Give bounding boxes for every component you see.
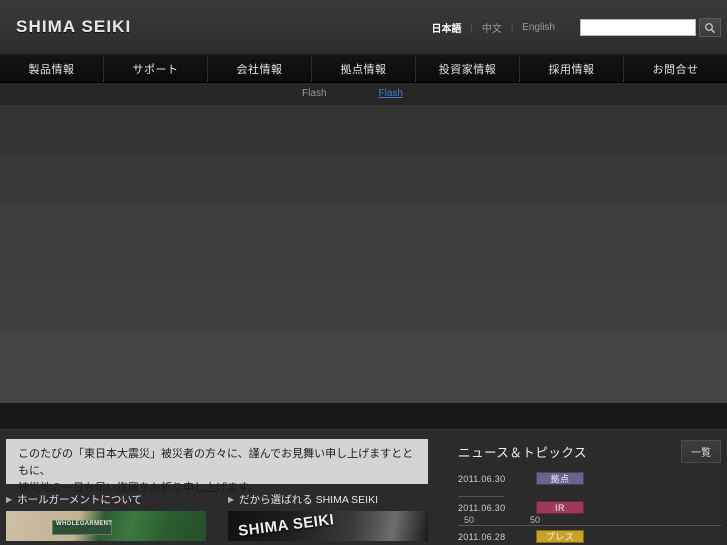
flash-download-link[interactable]: Flash: [379, 88, 425, 99]
promo-why-shimaseiki-image[interactable]: SHIMA SEIKI: [228, 511, 428, 541]
flash-label: Flash: [302, 88, 327, 99]
news-headline-text-2: 50: [530, 515, 541, 525]
chevron-right-icon: ▶: [6, 495, 13, 504]
nav-item-contact[interactable]: お問合せ: [624, 55, 727, 82]
search-button[interactable]: [699, 18, 721, 37]
promo-wholegarment-label: ホールガーメントについて: [17, 494, 143, 506]
news-date: 2011.06.30: [458, 502, 506, 513]
nav-item-locations[interactable]: 拠点情報: [312, 55, 416, 82]
news-category-badge: IR: [536, 501, 584, 514]
search-box: [580, 18, 721, 37]
news-headline-text: 50: [464, 515, 475, 525]
section-divider: [0, 403, 727, 430]
news-item[interactable]: 2011.06.30 IR 50 50: [458, 501, 721, 526]
news-view-all-button[interactable]: 一覧: [681, 440, 721, 463]
nav-item-recruit[interactable]: 採用情報: [520, 55, 624, 82]
earthquake-notice: このたびの「東日本大震災」被災者の方々に、謹んでお見舞い申し上げますとともに、 …: [6, 439, 428, 494]
news-item[interactable]: 2011.06.30 拠点: [458, 472, 721, 497]
promo-why-shimaseiki[interactable]: ▶ だから選ばれる SHIMA SEIKI SHIMA SEIKI: [228, 492, 428, 541]
language-link-ja[interactable]: 日本語: [423, 20, 471, 35]
search-icon: [704, 22, 716, 34]
nav-item-investors[interactable]: 投資家情報: [416, 55, 520, 82]
news-category-badge: 拠点: [536, 472, 584, 485]
news-item[interactable]: 2011.06.28 プレス: [458, 530, 721, 543]
chevron-right-icon: ▶: [228, 495, 235, 504]
nav-item-support[interactable]: サポート: [104, 55, 208, 82]
promo-wholegarment-caption: WHOLEGARMENT: [56, 521, 113, 527]
global-navigation: 製品情報 サポート 会社情報 拠点情報 投資家情報 採用情報 お問合せ: [0, 55, 727, 83]
site-header: SHIMA SEIKI 日本語 | 中文 | English: [0, 0, 727, 55]
news-date: 2011.06.30: [458, 473, 506, 484]
hero-flash-area: Flash Flash: [0, 83, 727, 403]
promo-why-shimaseiki-caption: SHIMA SEIKI: [237, 511, 336, 540]
news-title: ニュース＆トピックス: [458, 446, 588, 460]
news-header: ニュース＆トピックス 一覧: [440, 440, 727, 463]
news-item-meta: 2011.06.30 IR: [458, 501, 721, 514]
search-input[interactable]: [580, 19, 696, 36]
site-logo[interactable]: SHIMA SEIKI: [16, 17, 131, 37]
news-item-meta: 2011.06.30 拠点: [458, 472, 721, 485]
news-headline[interactable]: 50 50: [458, 515, 721, 526]
news-date: 2011.06.28: [458, 531, 506, 542]
news-category-badge: プレス: [536, 530, 584, 543]
language-link-zh[interactable]: 中文: [473, 20, 511, 35]
flash-placeholder: Flash Flash: [0, 88, 727, 99]
promo-wholegarment-image[interactable]: WHOLEGARMENT: [6, 511, 206, 541]
nav-item-company[interactable]: 会社情報: [208, 55, 312, 82]
language-link-en[interactable]: English: [513, 22, 564, 33]
language-selector: 日本語 | 中文 | English: [423, 20, 565, 35]
promo-wholegarment-title-row: ▶ ホールガーメントについて: [6, 492, 206, 507]
main-content: このたびの「東日本大震災」被災者の方々に、謹んでお見舞い申し上げますとともに、 …: [0, 430, 727, 544]
header-utilities: 日本語 | 中文 | English: [423, 0, 721, 55]
nav-item-products[interactable]: 製品情報: [0, 55, 104, 82]
promo-why-shimaseiki-title-row: ▶ だから選ばれる SHIMA SEIKI: [228, 492, 428, 507]
news-section: ニュース＆トピックス 一覧 2011.06.30 拠点 2011.06.30 I…: [440, 430, 727, 544]
news-list: 2011.06.30 拠点 2011.06.30 IR 50 50 2011.0…: [458, 472, 721, 543]
promo-why-shimaseiki-label: だから選ばれる SHIMA SEIKI: [239, 494, 379, 506]
promo-banners: ▶ ホールガーメントについて WHOLEGARMENT ▶ だから選ばれる SH…: [0, 492, 440, 541]
news-item-meta: 2011.06.28 プレス: [458, 530, 721, 543]
content-left-column: このたびの「東日本大震災」被災者の方々に、謹んでお見舞い申し上げますとともに、 …: [0, 430, 440, 544]
promo-wholegarment[interactable]: ▶ ホールガーメントについて WHOLEGARMENT: [6, 492, 206, 541]
news-headline[interactable]: [458, 486, 504, 497]
notice-line-1: このたびの「東日本大震災」被災者の方々に、謹んでお見舞い申し上げますとともに、: [18, 448, 414, 478]
